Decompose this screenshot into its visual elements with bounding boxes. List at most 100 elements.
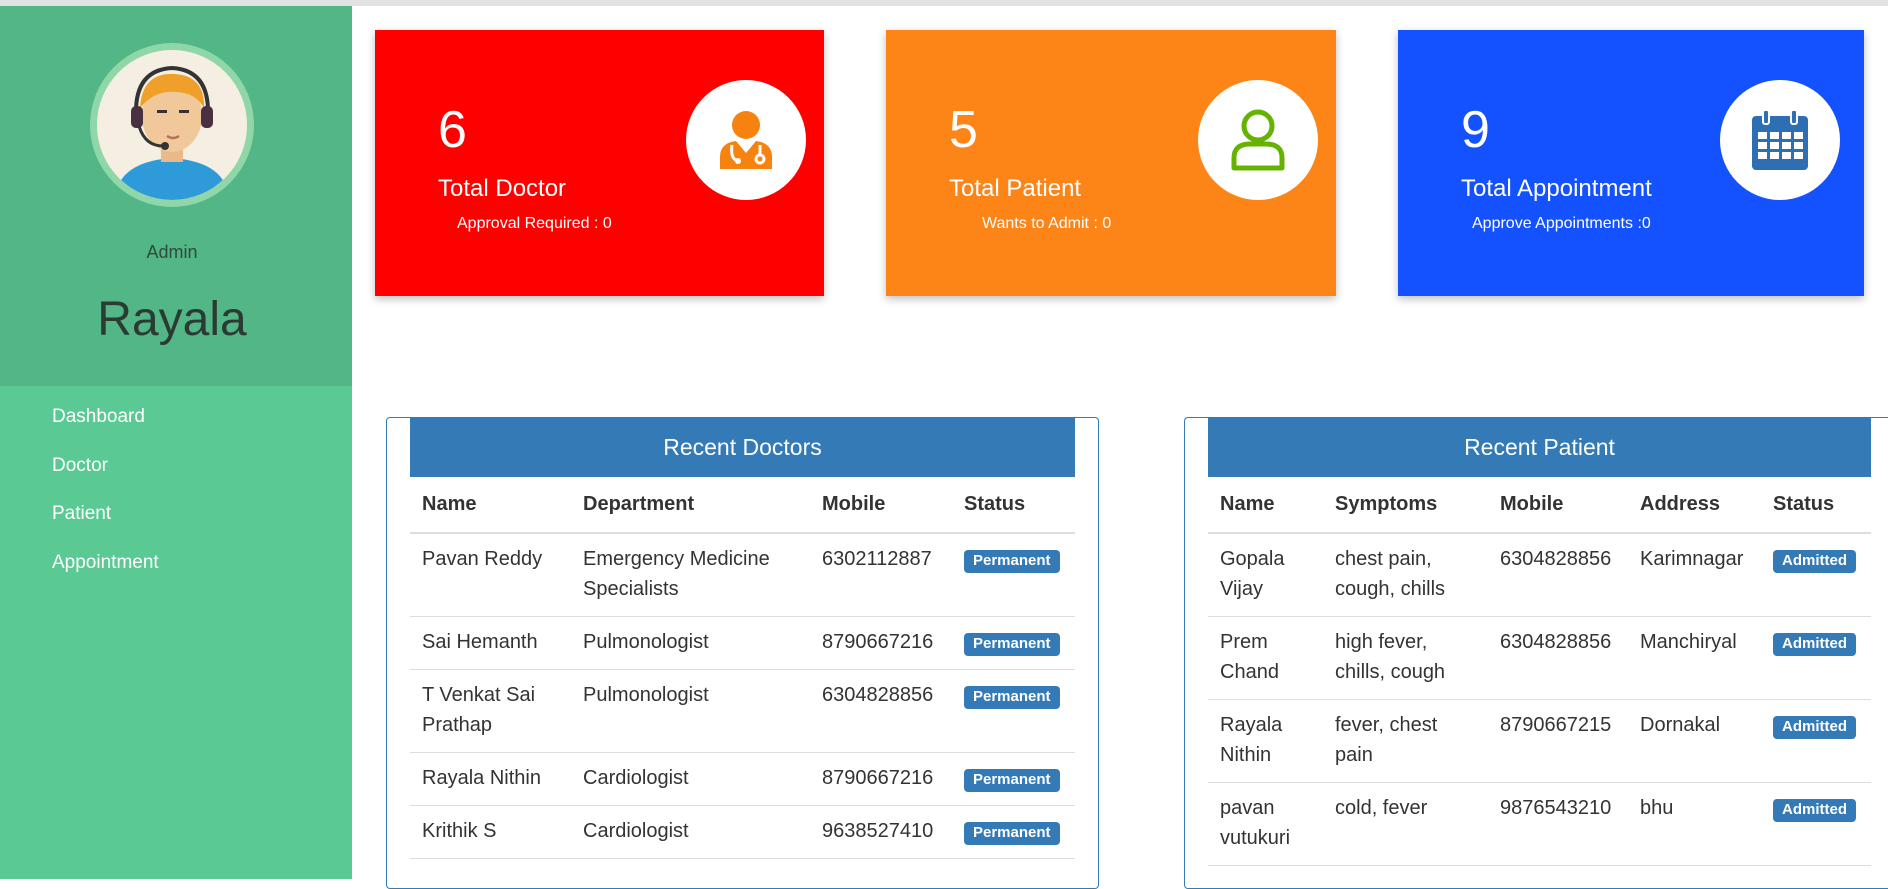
- status-badge: Admitted: [1773, 550, 1856, 573]
- doctor-mobile: 8790667216: [810, 752, 952, 806]
- status-badge: Admitted: [1773, 716, 1856, 739]
- status-badge: Permanent: [964, 633, 1060, 656]
- recent-patient-title: Recent Patient: [1208, 418, 1871, 477]
- col-address: Address: [1628, 477, 1761, 534]
- sidebar: Admin Rayala Dashboard Doctor Patient Ap…: [0, 6, 352, 879]
- table-row: Sai Hemanth Pulmonologist 8790667216 Per…: [410, 616, 1075, 670]
- doctor-status-cell: Permanent: [952, 752, 1075, 806]
- patient-address: Dornakal: [1628, 699, 1761, 783]
- status-badge: Admitted: [1773, 633, 1856, 656]
- patient-status-cell: Admitted: [1761, 782, 1871, 866]
- user-role: Admin: [146, 242, 198, 262]
- patient-status-cell: Admitted: [1761, 616, 1871, 700]
- status-badge: Permanent: [964, 550, 1060, 573]
- doctor-status-cell: Permanent: [952, 669, 1075, 753]
- appointment-stat-card: 9 Total Appointment Approve Appointments…: [1398, 30, 1864, 296]
- patient-mobile: 9876543210: [1488, 782, 1628, 866]
- patient-symptoms: chest pain, cough, chills: [1323, 533, 1488, 617]
- patient-card-subtitle: Wants to Admit : 0: [982, 215, 1112, 232]
- doctor-icon: [720, 111, 772, 169]
- doctor-count: 6: [438, 101, 467, 159]
- patient-icon-circle: [1198, 80, 1318, 200]
- col-status: Status: [1761, 477, 1871, 534]
- sidebar-item-dashboard[interactable]: Dashboard: [52, 406, 159, 455]
- table-row: Rayala Nithin Cardiologist 8790667216 Pe…: [410, 752, 1075, 806]
- doctor-card-subtitle: Approval Required : 0: [457, 215, 612, 232]
- profile-panel: Admin Rayala: [0, 6, 352, 386]
- recent-patient-panel: Recent Patient Name Symptoms Mobile Addr…: [1184, 417, 1888, 889]
- doctor-name: T Venkat Sai Prathap: [410, 669, 571, 753]
- doctor-status-cell: Permanent: [952, 805, 1075, 859]
- table-row: pavan vutukuri cold, fever 9876543210 bh…: [1208, 782, 1871, 866]
- doctor-status-cell: Permanent: [952, 616, 1075, 670]
- patient-symptoms: fever, chest pain: [1323, 699, 1488, 783]
- table-row: Gopala Vijay chest pain, cough, chills 6…: [1208, 533, 1871, 617]
- user-avatar-icon: [97, 50, 247, 200]
- status-badge: Permanent: [964, 686, 1060, 709]
- patient-mobile: 6304828856: [1488, 533, 1628, 617]
- doctor-mobile: 9638527410: [810, 805, 952, 859]
- patient-name: Gopala Vijay: [1208, 533, 1323, 617]
- col-mobile: Mobile: [1488, 477, 1628, 534]
- table-row: T Venkat Sai Prathap Pulmonologist 63048…: [410, 669, 1075, 753]
- table-row: Krithik S Cardiologist 9638527410 Perman…: [410, 805, 1075, 859]
- recent-doctors-title: Recent Doctors: [410, 418, 1075, 477]
- doctor-icon-circle: [686, 80, 806, 200]
- doctor-name: Krithik S: [410, 805, 571, 859]
- doctor-name: Rayala Nithin: [410, 752, 571, 806]
- table-header-row: Name Department Mobile Status: [410, 477, 1075, 534]
- sidebar-item-doctor[interactable]: Doctor: [52, 455, 159, 504]
- patient-stat-card: 5 Total Patient Wants to Admit : 0: [886, 30, 1336, 296]
- patient-name: pavan vutukuri: [1208, 782, 1323, 866]
- patient-status-cell: Admitted: [1761, 699, 1871, 783]
- doctor-department: Pulmonologist: [571, 616, 810, 670]
- status-badge: Admitted: [1773, 799, 1856, 822]
- appointment-card-title: Total Appointment: [1461, 175, 1652, 202]
- table-row: Prem Chand high fever, chills, cough 630…: [1208, 616, 1871, 700]
- sidebar-item-patient[interactable]: Patient: [52, 503, 159, 552]
- patient-name: Prem Chand: [1208, 616, 1323, 700]
- patient-mobile: 8790667215: [1488, 699, 1628, 783]
- patient-card-title: Total Patient: [949, 175, 1082, 202]
- table-row: Rayala Nithin fever, chest pain 87906672…: [1208, 699, 1871, 783]
- doctor-mobile: 6302112887: [810, 533, 952, 617]
- status-badge: Permanent: [964, 769, 1060, 792]
- doctor-card-title: Total Doctor: [438, 175, 567, 202]
- doctor-mobile: 8790667216: [810, 616, 952, 670]
- doctor-stat-card: 6 Total Doctor Approval Required : 0: [375, 30, 824, 296]
- table-row: Pavan Reddy Emergency Medicine Specialis…: [410, 533, 1075, 617]
- col-name: Name: [410, 477, 571, 534]
- recent-doctors-panel: Recent Doctors Name Department Mobile St…: [386, 417, 1099, 889]
- col-department: Department: [571, 477, 810, 534]
- doctor-name: Pavan Reddy: [410, 533, 571, 617]
- table-header-row: Name Symptoms Mobile Address Status: [1208, 477, 1871, 534]
- patient-count: 5: [949, 101, 978, 159]
- avatar-image: [97, 50, 247, 200]
- doctor-department: Cardiologist: [571, 752, 810, 806]
- doctor-department: Emergency Medicine Specialists: [571, 533, 810, 617]
- patient-icon: [1231, 109, 1285, 171]
- doctor-department: Cardiologist: [571, 805, 810, 859]
- appointment-count: 9: [1461, 101, 1490, 159]
- patient-address: Karimnagar: [1628, 533, 1761, 617]
- recent-patient-table: Name Symptoms Mobile Address Status Gopa…: [1208, 477, 1871, 866]
- user-name: Rayala: [97, 293, 247, 346]
- avatar: [90, 43, 254, 207]
- patient-symptoms: high fever, chills, cough: [1323, 616, 1488, 700]
- sidebar-nav: Dashboard Doctor Patient Appointment: [52, 406, 159, 600]
- status-badge: Permanent: [964, 822, 1060, 845]
- patient-status-cell: Admitted: [1761, 533, 1871, 617]
- doctor-department: Pulmonologist: [571, 669, 810, 753]
- patient-mobile: 6304828856: [1488, 616, 1628, 700]
- col-name: Name: [1208, 477, 1323, 534]
- sidebar-item-appointment[interactable]: Appointment: [52, 552, 159, 601]
- doctor-name: Sai Hemanth: [410, 616, 571, 670]
- appointment-card-subtitle: Approve Appointments :0: [1472, 215, 1651, 232]
- doctor-mobile: 6304828856: [810, 669, 952, 753]
- col-symptoms: Symptoms: [1323, 477, 1488, 534]
- patient-address: bhu: [1628, 782, 1761, 866]
- patient-name: Rayala Nithin: [1208, 699, 1323, 783]
- col-mobile: Mobile: [810, 477, 952, 534]
- calendar-icon: [1752, 109, 1808, 170]
- calendar-icon-circle: [1720, 80, 1840, 200]
